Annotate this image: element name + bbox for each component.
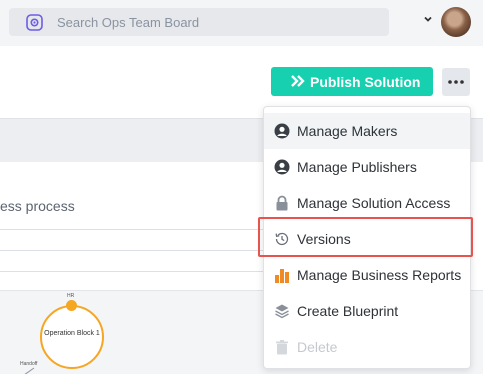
menu-item-label: Manage Solution Access	[297, 195, 451, 211]
menu-item-delete: Delete	[264, 329, 470, 365]
publish-solution-label: Publish Solution	[310, 74, 421, 90]
avatar[interactable]	[441, 7, 471, 37]
divider	[0, 250, 270, 251]
menu-item-label: Manage Business Reports	[297, 267, 462, 283]
menu-item-label: Manage Publishers	[297, 159, 417, 175]
chevron-down-icon[interactable]	[423, 14, 433, 24]
top-bar: Search Ops Team Board	[0, 0, 483, 46]
more-options-menu: Manage Makers Manage Publishers Manage S…	[263, 106, 471, 369]
process-description: ess process	[0, 198, 75, 214]
menu-item-manage-makers[interactable]: Manage Makers	[264, 113, 470, 149]
menu-item-create-blueprint[interactable]: Create Blueprint	[264, 293, 470, 329]
operation-block-label: Operation Block 1	[44, 330, 100, 337]
menu-item-label: Create Blueprint	[297, 303, 399, 319]
user-icon	[274, 159, 290, 175]
lock-icon	[276, 195, 288, 211]
double-chevron-right-icon	[291, 75, 305, 87]
user-icon	[274, 123, 290, 139]
menu-item-label: Delete	[297, 339, 338, 355]
menu-item-manage-business-reports[interactable]: Manage Business Reports	[264, 257, 470, 293]
menu-item-manage-solution-access[interactable]: Manage Solution Access	[264, 185, 470, 221]
layers-icon	[275, 304, 289, 319]
bar-chart-icon	[275, 269, 289, 283]
history-clock-icon	[275, 232, 289, 246]
menu-item-manage-publishers[interactable]: Manage Publishers	[264, 149, 470, 185]
operation-badge-icon	[66, 300, 77, 311]
menu-item-label: Versions	[297, 231, 351, 247]
handoff-connector	[24, 367, 35, 374]
team-board-logo-icon	[26, 14, 43, 31]
divider	[0, 271, 270, 272]
ellipsis-icon	[448, 80, 464, 84]
publish-solution-button[interactable]: Publish Solution	[271, 67, 433, 96]
more-options-button[interactable]	[442, 68, 470, 96]
divider	[0, 229, 270, 230]
menu-item-label: Manage Makers	[297, 123, 398, 139]
menu-item-versions[interactable]: Versions	[264, 221, 470, 257]
trash-icon	[276, 340, 288, 355]
search-bar[interactable]: Search Ops Team Board	[9, 8, 389, 36]
search-placeholder: Search Ops Team Board	[57, 15, 200, 30]
diagram-hr-label: HR	[67, 293, 75, 299]
